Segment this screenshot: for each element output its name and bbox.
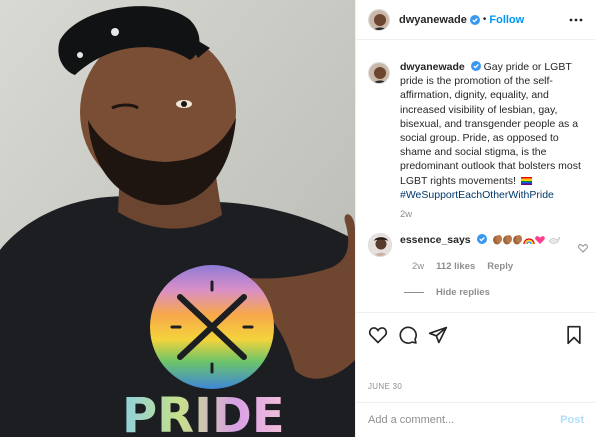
caption-avatar[interactable] [368, 62, 390, 84]
comment-text-block: essence_says [400, 233, 562, 257]
comment-likes[interactable]: 112 likes [436, 261, 475, 272]
post-side-panel: dwyanewade • Follow dwyanewade Gay pride… [355, 0, 595, 437]
clapping-hands-icon [492, 235, 502, 245]
follow-button[interactable]: Follow [489, 14, 524, 26]
caption-hashtag[interactable]: #WeSupportEachOtherWithPride [400, 188, 588, 202]
comment: essence_says 2w 112 likes Reply [368, 233, 590, 272]
comment-meta: 2w 112 likes Reply [412, 261, 513, 272]
post-comment-button[interactable]: Post [560, 414, 584, 426]
bookmark-icon[interactable] [564, 325, 584, 345]
verified-badge-icon [470, 61, 481, 71]
reply-button[interactable]: Reply [487, 261, 513, 272]
caption-time[interactable]: 2w [400, 209, 412, 220]
hide-replies-label: Hide replies [436, 287, 490, 298]
more-options-icon[interactable] [568, 12, 584, 28]
action-bar [356, 312, 595, 356]
comment-time[interactable]: 2w [412, 261, 424, 272]
post-date[interactable]: JUNE 30 [368, 382, 402, 391]
hide-replies-toggle[interactable]: Hide replies [404, 287, 490, 298]
comment-emojis [492, 234, 562, 249]
instagram-post: PRIDE dwyanewade • Follow dwyanewade Gay… [0, 0, 595, 437]
author-username[interactable]: dwyanewade [399, 14, 467, 26]
dove-icon [548, 236, 560, 244]
comment-input[interactable] [368, 414, 561, 426]
post-header: dwyanewade • Follow [356, 0, 595, 40]
caption-text: Gay pride or LGBT pride is the promotion… [400, 61, 581, 187]
comment-icon[interactable] [398, 325, 418, 345]
share-icon[interactable] [428, 325, 448, 345]
clapping-hands-icon [512, 235, 522, 245]
author-avatar[interactable] [368, 8, 390, 31]
rainbow-icon [522, 238, 535, 245]
commenter-avatar[interactable] [368, 233, 392, 257]
heart-outline-icon[interactable] [578, 243, 588, 253]
separator-dot: • [482, 14, 487, 25]
verified-badge-icon [469, 14, 480, 25]
shirt-text: PRIDE [122, 388, 285, 437]
comment-box: Post [356, 402, 595, 437]
commenter-username[interactable]: essence_says [400, 234, 471, 246]
clapping-hands-icon [502, 235, 512, 245]
photo-illustration: PRIDE [0, 0, 355, 437]
heart-icon [534, 236, 545, 244]
heart-outline-icon[interactable] [368, 325, 388, 345]
post-caption: dwyanewade Gay pride or LGBT pride is th… [368, 60, 590, 202]
caption-text-block: dwyanewade Gay pride or LGBT pride is th… [400, 60, 588, 202]
caption-username[interactable]: dwyanewade [400, 61, 465, 73]
replies-divider-line [404, 292, 424, 293]
post-photo[interactable]: PRIDE [0, 0, 355, 437]
rainbow-flag-icon [520, 176, 532, 185]
verified-badge-icon [476, 234, 487, 244]
